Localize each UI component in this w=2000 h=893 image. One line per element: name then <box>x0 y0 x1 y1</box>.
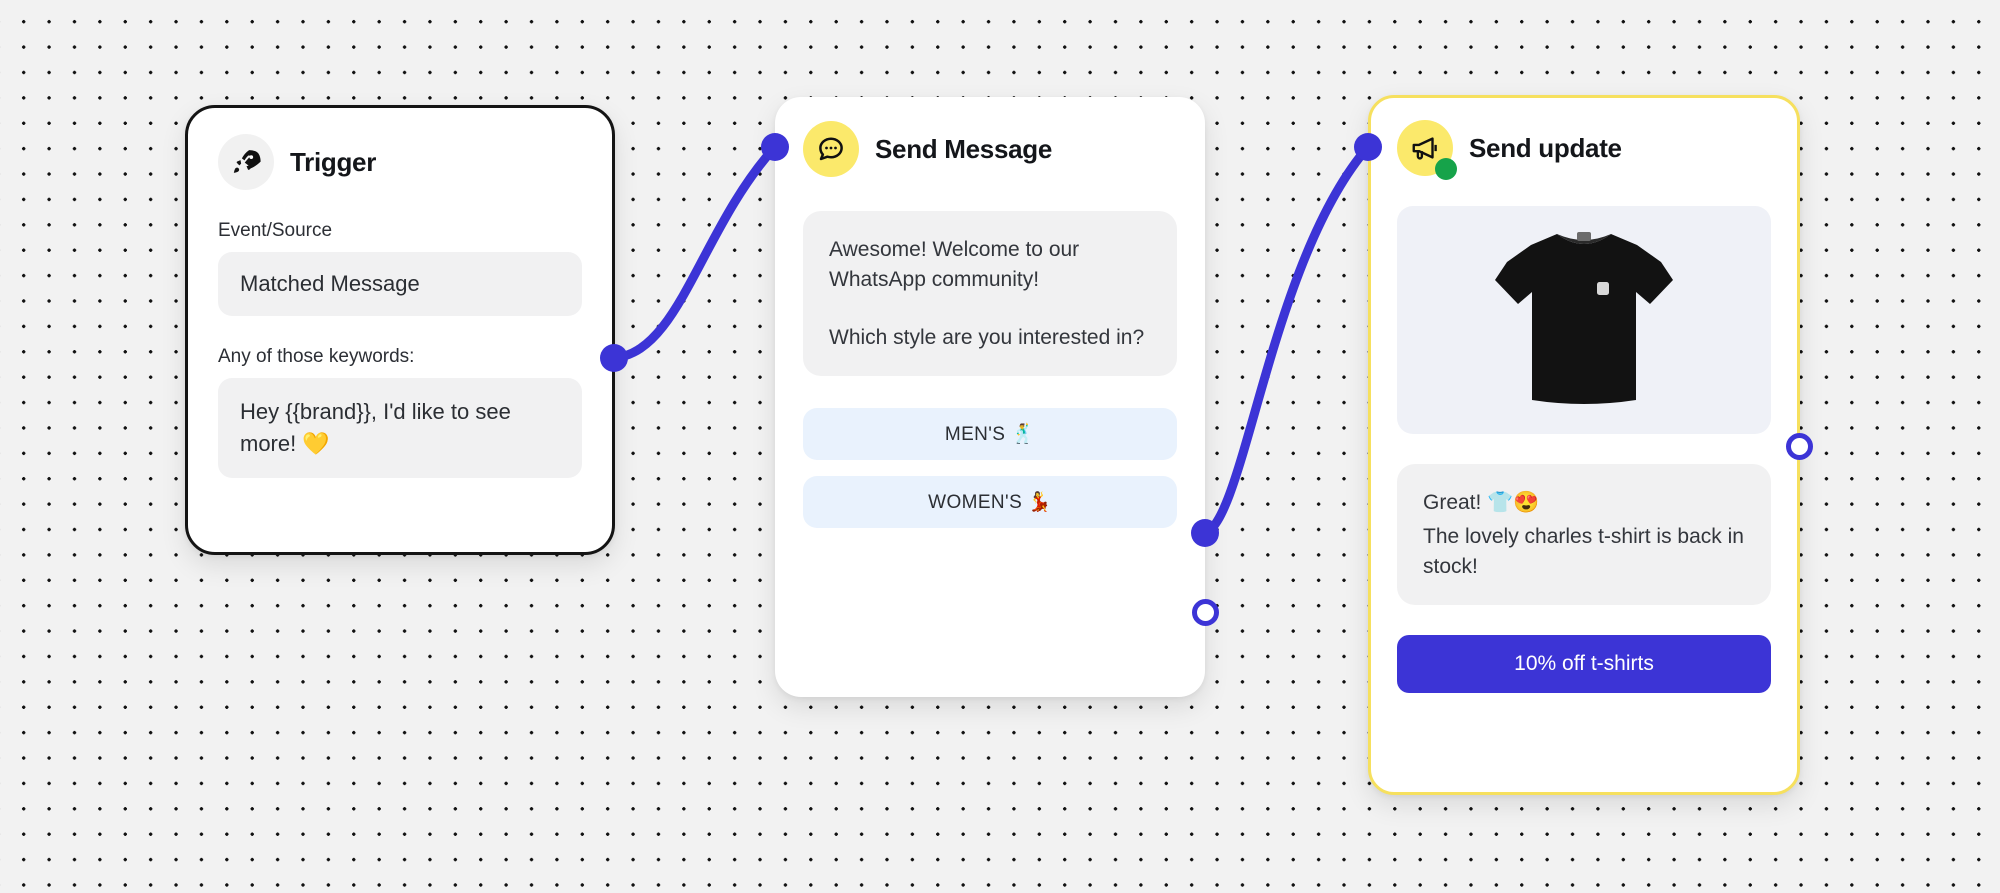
megaphone-icon <box>1397 120 1457 180</box>
handle-send-message-input[interactable] <box>761 133 789 161</box>
flow-canvas[interactable]: Trigger Event/Source Matched Message Any… <box>0 0 2000 893</box>
handle-send-update-input[interactable] <box>1354 133 1382 161</box>
node-trigger[interactable]: Trigger Event/Source Matched Message Any… <box>185 105 615 555</box>
quick-reply-womens[interactable]: WOMEN'S 💃 <box>803 476 1177 529</box>
handle-trigger-output[interactable] <box>600 344 628 372</box>
keywords-label: Any of those keywords: <box>218 345 415 367</box>
cta-button[interactable]: 10% off t-shirts <box>1397 635 1771 694</box>
node-send-message[interactable]: Send Message Awesome! Welcome to our Wha… <box>775 97 1205 697</box>
node-send-update-header: Send update <box>1397 120 1771 180</box>
message-bubble[interactable]: Awesome! Welcome to our WhatsApp communi… <box>803 211 1177 377</box>
edge-trigger-to-send-message <box>609 142 780 363</box>
message-line-2: Which style are you interested in? <box>829 325 1145 349</box>
node-trigger-header: Trigger <box>218 134 582 190</box>
event-source-label: Event/Source <box>218 220 333 241</box>
node-trigger-title: Trigger <box>290 146 377 177</box>
node-send-update-title: Send update <box>1469 132 1622 163</box>
quick-reply-group: MEN'S 🕺 WOMEN'S 💃 <box>803 408 1177 529</box>
update-line-2: The lovely charles t-shirt is back in st… <box>1423 524 1744 578</box>
handle-send-message-output-mens[interactable] <box>1191 519 1219 547</box>
status-badge <box>1435 158 1457 180</box>
quick-reply-mens[interactable]: MEN'S 🕺 <box>803 408 1177 461</box>
keywords-value[interactable]: Hey {{brand}}, I'd like to see more! 💛 <box>218 377 582 478</box>
node-send-message-header: Send Message <box>803 121 1177 177</box>
update-line-1: Great! 👕😍 <box>1423 491 1540 514</box>
node-send-update[interactable]: Send update Great! 👕😍 The lovely charles… <box>1368 95 1800 795</box>
handle-send-message-output-womens[interactable] <box>1192 599 1219 626</box>
chat-bubble-icon <box>803 121 859 177</box>
product-image <box>1397 206 1771 434</box>
edge-send-message-to-send-update <box>1200 142 1373 538</box>
node-send-message-title: Send Message <box>875 133 1053 164</box>
update-message-bubble[interactable]: Great! 👕😍 The lovely charles t-shirt is … <box>1397 464 1771 606</box>
handle-send-update-output[interactable] <box>1786 433 1813 460</box>
event-source-value[interactable]: Matched Message <box>218 252 582 316</box>
message-line-1: Awesome! Welcome to our WhatsApp communi… <box>829 238 1080 291</box>
rocket-icon <box>218 134 274 190</box>
